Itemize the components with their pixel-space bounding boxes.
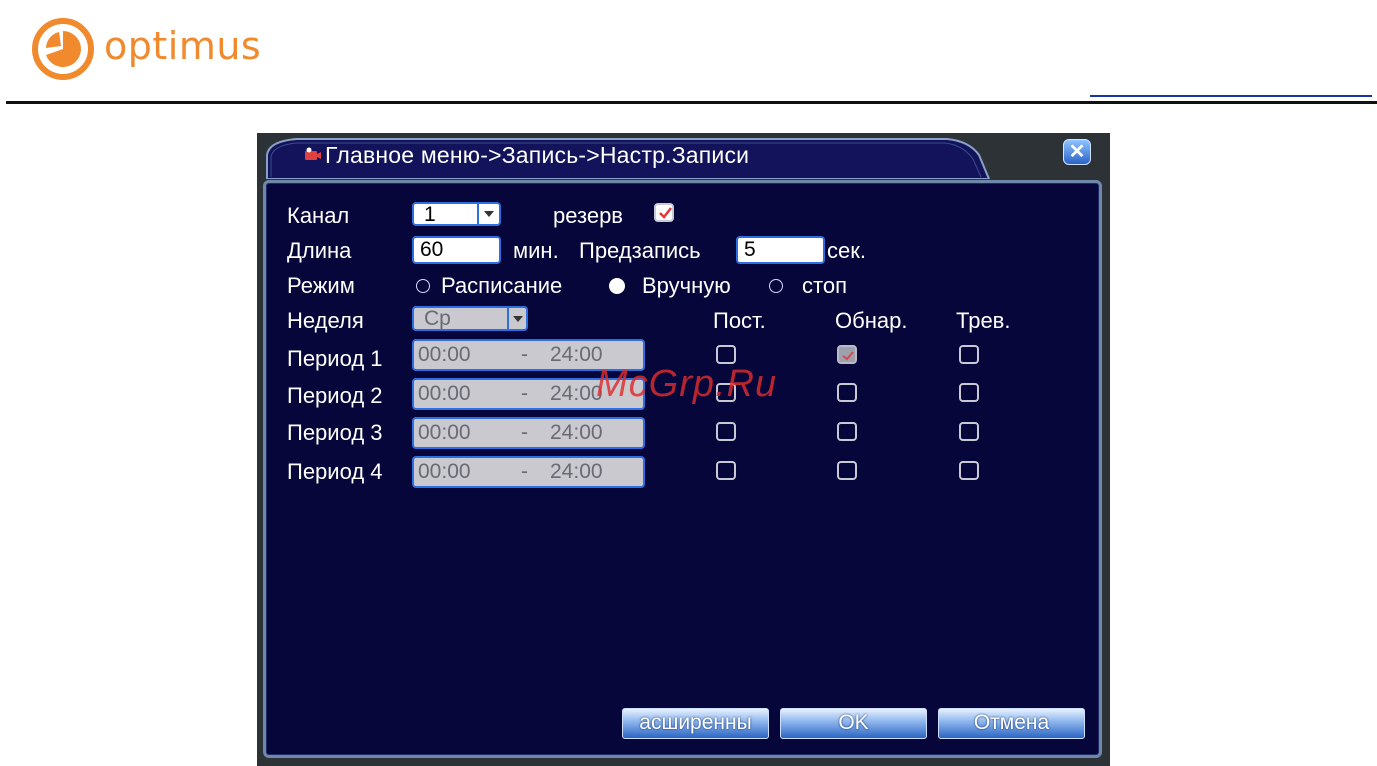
dialog-titlebar[interactable]: Главное меню->Запись->Настр.Записи ✕ [257, 133, 1110, 179]
col-header-alarm: Трев. [956, 308, 1011, 333]
length-input[interactable]: 60 [412, 236, 501, 264]
week-value: Ср [412, 306, 508, 331]
mode-option-schedule[interactable]: Расписание [441, 273, 562, 299]
chevron-down-icon[interactable] [477, 202, 501, 226]
watermark-text: McGrp.Ru [596, 363, 778, 405]
period-label: Период 2 [287, 383, 383, 408]
period-alarm-checkbox[interactable] [959, 461, 979, 480]
period-detect-checkbox[interactable] [837, 345, 857, 364]
header-divider [6, 101, 1377, 104]
mode-radio-schedule[interactable] [416, 279, 430, 293]
period-start: 00:00 [418, 382, 471, 405]
period-separator: - [521, 343, 528, 366]
period-regular-checkbox[interactable] [716, 422, 736, 441]
period-label: Период 4 [287, 459, 383, 484]
brand-name: optimus [104, 24, 262, 68]
optimus-logo-icon [32, 18, 94, 80]
length-unit: мин. [513, 238, 559, 263]
period-start: 00:00 [418, 343, 471, 366]
period-regular-checkbox[interactable] [716, 345, 736, 364]
col-header-detect: Обнар. [835, 308, 908, 333]
record-settings-dialog: Главное меню->Запись->Настр.Записи ✕ Кан… [257, 133, 1110, 766]
period-end: 24:00 [550, 460, 603, 483]
period-regular-checkbox[interactable] [716, 461, 736, 480]
period-alarm-checkbox[interactable] [959, 383, 979, 402]
cancel-button[interactable]: Отмена [938, 708, 1085, 739]
period-label: Период 3 [287, 420, 383, 445]
mode-label: Режим [287, 273, 355, 298]
period-separator: - [521, 460, 528, 483]
period-start: 00:00 [418, 460, 471, 483]
checkmark-icon [842, 351, 854, 361]
advanced-button[interactable]: асширенны [622, 708, 769, 739]
chevron-down-icon[interactable] [507, 306, 528, 331]
record-settings-icon [305, 147, 321, 160]
brand-logo: optimus [32, 18, 261, 80]
checkmark-icon [659, 207, 672, 219]
length-label: Длина [287, 238, 352, 263]
period-end: 24:00 [550, 421, 603, 444]
period-time-input[interactable]: 00:00 - 24:00 [412, 417, 645, 449]
period-detect-checkbox[interactable] [837, 422, 857, 441]
period-alarm-checkbox[interactable] [959, 345, 979, 364]
period-label: Период 1 [287, 346, 383, 371]
prerecord-label: Предзапись [579, 238, 701, 263]
period-detect-checkbox[interactable] [837, 461, 857, 480]
settings-panel: Канал 1 резерв Длина 60 мин. Предзапись … [263, 180, 1102, 758]
col-header-regular: Пост. [713, 308, 766, 333]
week-label: Неделя [287, 308, 364, 333]
channel-label: Канал [287, 203, 350, 228]
mode-option-manual[interactable]: Вручную [642, 273, 731, 299]
mode-radio-stop[interactable] [769, 279, 783, 293]
period-time-input[interactable]: 00:00 - 24:00 [412, 456, 645, 488]
redundant-checkbox[interactable] [654, 203, 674, 222]
period-separator: - [521, 382, 528, 405]
period-alarm-checkbox[interactable] [959, 422, 979, 441]
redundant-label: резерв [553, 203, 623, 228]
header-link-underline[interactable] [1090, 95, 1372, 97]
week-select[interactable]: Ср [412, 306, 528, 331]
close-icon[interactable]: ✕ [1063, 139, 1091, 165]
mode-option-stop[interactable]: стоп [802, 273, 847, 299]
mode-radio-manual[interactable] [609, 278, 625, 294]
prerecord-unit: сек. [827, 238, 866, 263]
channel-select[interactable]: 1 [412, 202, 501, 226]
period-separator: - [521, 421, 528, 444]
period-end: 24:00 [550, 382, 603, 405]
period-start: 00:00 [418, 421, 471, 444]
channel-value: 1 [412, 202, 478, 226]
prerecord-input[interactable]: 5 [736, 236, 825, 264]
period-end: 24:00 [550, 343, 603, 366]
dialog-title: Главное меню->Запись->Настр.Записи [325, 142, 750, 168]
ok-button[interactable]: OK [780, 708, 927, 739]
period-detect-checkbox[interactable] [837, 383, 857, 402]
